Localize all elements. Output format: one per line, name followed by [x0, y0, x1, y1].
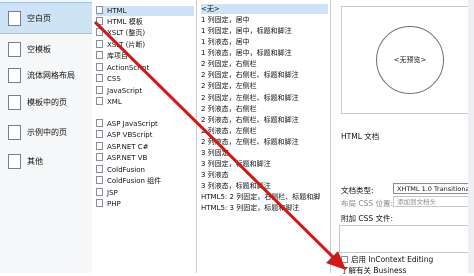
document-icon: [96, 199, 103, 207]
layout-item[interactable]: 3 列液态: [201, 170, 229, 180]
page-type-item[interactable]: ColdFusion 组件: [96, 176, 161, 186]
layout-item[interactable]: 1 列固定，居中: [201, 15, 250, 25]
layout-item[interactable]: 3 列液态，标题和脚注: [201, 181, 271, 191]
other-icon: [8, 153, 21, 169]
document-icon: [96, 97, 103, 105]
page-type-item[interactable]: XML: [96, 97, 122, 107]
layout-item[interactable]: 2 列液态，左侧栏: [201, 126, 257, 136]
doctype-select[interactable]: XHTML 1.0 Transitional: [393, 183, 474, 194]
category-other[interactable]: 其他: [0, 146, 92, 176]
page-type-item[interactable]: PHP: [96, 199, 121, 209]
incontext-option[interactable]: 启用 InContext Editing: [341, 254, 433, 265]
category-label: 示例中的页: [27, 127, 67, 137]
document-icon: [96, 74, 103, 82]
layout-item[interactable]: 2 列固定，右侧栏、标题和脚注: [201, 70, 299, 80]
layout-preview: <无预览>: [341, 6, 474, 114]
doctype-label: 文档类型:: [341, 186, 374, 195]
layout-item[interactable]: 2 列固定，左侧栏: [201, 81, 257, 91]
description-text: HTML 文档: [341, 132, 380, 141]
page-type-item[interactable]: XSLT (片断): [96, 40, 145, 50]
layout-item[interactable]: 2 列液态，右侧栏、标题和脚注: [201, 115, 299, 125]
business-link[interactable]: 了解有关 Business: [341, 265, 406, 276]
blank-page-icon: [8, 10, 21, 26]
category-label: 其他: [27, 156, 43, 166]
page-from-template-icon: [8, 94, 21, 110]
category-label: 空模板: [27, 44, 51, 54]
layout-item[interactable]: 1 列液态，居中: [201, 37, 250, 47]
no-preview-circle: <无预览>: [376, 26, 444, 94]
layout-item[interactable]: 1 列固定，居中，标题和脚注: [201, 26, 292, 36]
layout-item[interactable]: 3 列固定: [201, 148, 229, 158]
document-icon: [96, 63, 103, 71]
document-icon: [96, 28, 103, 36]
page-type-item[interactable]: ASP JavaScript: [96, 119, 158, 129]
category-label: 模板中的页: [27, 97, 67, 107]
document-icon: [96, 40, 103, 48]
document-icon: [96, 142, 103, 150]
document-icon: [96, 51, 103, 59]
category-label: 空白页: [27, 13, 51, 23]
page-type-item[interactable]: XSLT (整页): [96, 28, 145, 38]
category-fluid-grid[interactable]: 流体网格布局: [0, 60, 92, 90]
document-icon: [96, 165, 103, 173]
attach-css-label: 附加 CSS 文件:: [341, 214, 394, 223]
document-icon: [96, 153, 103, 161]
no-preview-text: <无预览>: [393, 56, 427, 64]
category-panel: 空白页 空模板 流体网格布局 模板中的页 示例中的页 其他: [0, 0, 93, 273]
document-icon: [96, 130, 103, 138]
document-icon: [96, 86, 103, 94]
document-icon: [96, 119, 103, 127]
document-icon: [96, 17, 103, 25]
document-icon: [96, 6, 103, 14]
page-type-item[interactable]: JavaScript: [96, 86, 142, 96]
page-type-item[interactable]: HTML 模板: [96, 17, 143, 27]
page-type-item[interactable]: ASP.NET C#: [96, 142, 149, 152]
layout-css-label: 布局 CSS 位置:: [341, 199, 394, 208]
fluid-grid-icon: [8, 67, 21, 83]
layout-item[interactable]: 2 列液态，左侧栏、标题和脚注: [201, 137, 299, 147]
page-type-item[interactable]: HTML: [96, 6, 194, 16]
page-type-item[interactable]: CSS: [96, 74, 121, 84]
page-type-item[interactable]: ColdFusion: [96, 165, 145, 175]
page-type-list[interactable]: HTML HTML 模板 XSLT (整页) XSLT (片断) 库项目 Act…: [92, 0, 197, 273]
layout-item[interactable]: 2 列固定，左侧栏、标题和脚注: [201, 93, 299, 103]
incontext-checkbox[interactable]: [341, 256, 348, 263]
page-from-sample-icon: [8, 124, 21, 140]
category-label: 流体网格布局: [27, 70, 75, 80]
details-scrollbar[interactable]: [468, 0, 474, 273]
page-type-item[interactable]: ActionScript: [96, 63, 149, 73]
layout-item[interactable]: <无>: [201, 4, 328, 14]
page-type-item[interactable]: ASP.NET VB: [96, 153, 147, 163]
layout-item[interactable]: HTML5: 2 列固定，右侧栏、标题和脚: [201, 192, 320, 202]
layout-item[interactable]: 3 列固定，标题和脚注: [201, 159, 271, 169]
layout-item[interactable]: 2 列液态，右侧栏: [201, 104, 257, 114]
layout-css-select: 添加到文档头: [393, 196, 474, 207]
attach-css-list[interactable]: [339, 225, 474, 253]
layout-item[interactable]: 1 列液态，居中，标题和脚注: [201, 48, 292, 58]
page-type-item[interactable]: 库项目: [96, 51, 128, 61]
category-page-from-template[interactable]: 模板中的页: [0, 87, 92, 117]
category-blank-page[interactable]: 空白页: [0, 2, 92, 34]
blank-template-icon: [8, 41, 21, 57]
page-type-item[interactable]: JSP: [96, 188, 118, 198]
page-type-item[interactable]: ASP VBScript: [96, 130, 152, 140]
document-icon: [96, 188, 103, 196]
document-icon: [96, 176, 103, 184]
category-page-from-sample[interactable]: 示例中的页: [0, 117, 92, 147]
layout-list[interactable]: <无> 1 列固定，居中 1 列固定，居中，标题和脚注 1 列液态，居中 1 列…: [197, 0, 331, 273]
layout-item[interactable]: HTML5: 3 列固定，标题和脚注: [201, 203, 299, 213]
details-panel: <无预览> HTML 文档 文档类型: XHTML 1.0 Transition…: [331, 0, 474, 276]
layout-item[interactable]: 2 列固定，右侧栏: [201, 59, 257, 69]
